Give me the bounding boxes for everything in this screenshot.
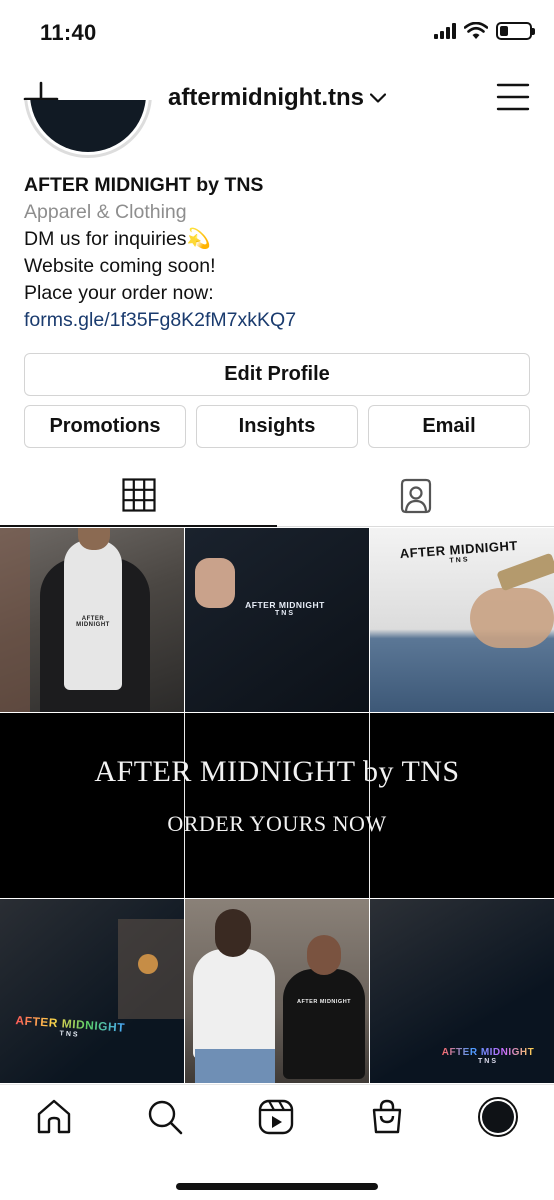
shirt-print: AFTER MIDNIGHT [296, 999, 352, 1005]
profile-name: AFTER MIDNIGHT by TNS [24, 174, 264, 196]
post-thumbnail[interactable]: AFTER MIDNIGHT TNS [370, 899, 554, 1083]
edit-profile-button[interactable]: Edit Profile [24, 353, 530, 396]
bio-link[interactable]: forms.gle/1f35Fg8K2fM7xkKQ7 [24, 307, 296, 334]
bio-line: Website coming soon! [24, 255, 216, 277]
shirt-print: AFTER MIDNIGHT TNS [215, 600, 355, 617]
status-bar: 11:40 [0, 0, 554, 66]
battery-icon [496, 22, 535, 40]
promotions-button[interactable]: Promotions [24, 405, 186, 448]
profile-bio: AFTER MIDNIGHT by TNS Apparel & Clothing… [24, 172, 296, 334]
shirt-print: AFTER MIDNIGHT TNS [428, 1047, 548, 1065]
grid-icon [121, 478, 156, 512]
shirt-print: AFTER MIDNIGHT TNS [9, 1013, 130, 1042]
wifi-icon [464, 22, 488, 39]
email-button[interactable]: Email [368, 405, 530, 448]
home-indicator[interactable] [176, 1183, 378, 1190]
print-text: AFTER MIDNIGHT [245, 600, 325, 610]
bottom-navigation [0, 1084, 554, 1200]
nav-shop[interactable] [367, 1097, 407, 1137]
home-icon [37, 1099, 71, 1134]
chevron-down-icon [370, 93, 386, 103]
bio-line: DM us for inquiries💫 [24, 228, 211, 250]
tagged-person-icon [400, 478, 431, 514]
cellular-signal-icon [434, 23, 456, 39]
shop-icon [372, 1099, 402, 1134]
post-thumbnail[interactable]: AFTER MIDNIGHT TNS [370, 528, 554, 712]
nav-search[interactable] [145, 1097, 185, 1137]
status-icons [434, 22, 535, 40]
print-text: AFTER MIDNIGHT [441, 1047, 535, 1058]
profile-avatar [478, 1097, 518, 1137]
shirt-print: AFTER MIDNIGHT TNS [383, 537, 534, 569]
search-icon [148, 1100, 183, 1135]
insights-button[interactable]: Insights [196, 405, 358, 448]
username: aftermidnight.tns [168, 84, 364, 111]
nav-home[interactable] [34, 1097, 74, 1137]
tab-tagged[interactable] [277, 465, 554, 527]
nav-reels[interactable] [256, 1097, 296, 1137]
print-subtext: TNS [478, 1058, 498, 1065]
banner-post[interactable]: AFTER MIDNIGHT by TNS ORDER YOURS NOW [0, 713, 554, 898]
print-subtext: TNS [275, 610, 295, 617]
bio-line: Place your order now: [24, 282, 214, 304]
tab-posts-grid[interactable] [0, 465, 277, 527]
shirt-print: AFTER MIDNIGHT [76, 616, 110, 628]
nav-profile[interactable] [478, 1097, 518, 1137]
hamburger-menu-icon[interactable] [496, 80, 530, 114]
banner-title: AFTER MIDNIGHT by TNS [94, 755, 460, 788]
posts-grid: AFTER MIDNIGHT AFTER MIDNIGHT TNS AFTER … [0, 528, 554, 1084]
profile-category: Apparel & Clothing [24, 201, 187, 223]
post-thumbnail[interactable]: AFTER MIDNIGHT TNS [0, 899, 184, 1083]
profile-avatar[interactable] [24, 100, 152, 158]
profile-tabs [0, 465, 554, 527]
post-thumbnail[interactable]: AFTER MIDNIGHT [0, 528, 184, 712]
banner-subtitle: ORDER YOURS NOW [167, 811, 387, 836]
status-time: 11:40 [40, 20, 97, 45]
post-thumbnail[interactable]: AFTER MIDNIGHT [185, 899, 369, 1083]
reels-icon [258, 1099, 294, 1135]
post-thumbnail[interactable]: AFTER MIDNIGHT TNS [185, 528, 369, 712]
